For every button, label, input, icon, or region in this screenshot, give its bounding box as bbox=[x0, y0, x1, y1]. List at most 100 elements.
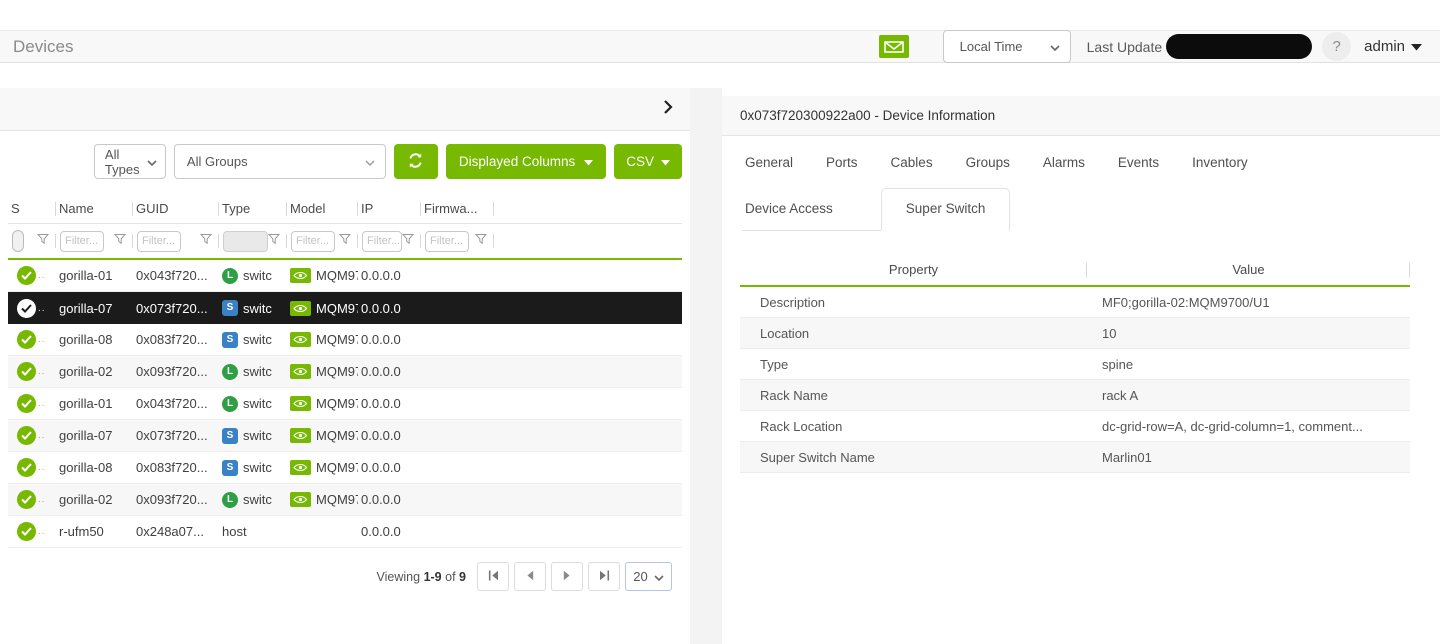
property-name: Type bbox=[740, 357, 1087, 372]
caret-down-icon bbox=[661, 154, 670, 169]
user-menu[interactable]: admin bbox=[1364, 38, 1422, 55]
column-header[interactable]: S bbox=[8, 194, 56, 223]
status-truncation: .. bbox=[38, 494, 46, 505]
table-row[interactable]: .. gorilla-02 0x093f720... L switc MQM97… bbox=[8, 356, 682, 388]
filter-funnel-icon[interactable] bbox=[114, 232, 126, 250]
table-row[interactable]: .. gorilla-08 0x083f720... S switc MQM97… bbox=[8, 324, 682, 356]
column-header[interactable]: GUID bbox=[133, 194, 219, 223]
page-size-select[interactable]: 20 bbox=[625, 562, 672, 591]
table-row[interactable]: .. r-ufm50 0x248a07... host 0.0.0.0 bbox=[8, 516, 682, 548]
property-value: Marlin01 bbox=[1087, 450, 1410, 465]
guid-filter-input[interactable]: Filter... bbox=[137, 231, 181, 252]
tab-item[interactable]: Inventory bbox=[1192, 155, 1248, 170]
table-row[interactable]: .. gorilla-07 0x073f720... S switc MQM97… bbox=[8, 420, 682, 452]
type-badge: L bbox=[222, 268, 238, 284]
cell-model: MQM97 bbox=[287, 301, 358, 316]
model-label: MQM97 bbox=[316, 268, 358, 283]
filter-funnel-icon[interactable] bbox=[402, 232, 414, 250]
cell-ip: 0.0.0.0 bbox=[358, 460, 421, 475]
property-name: Location bbox=[740, 326, 1087, 341]
cell-name: gorilla-02 bbox=[56, 364, 133, 379]
cell-status: .. bbox=[8, 522, 56, 541]
filter-funnel-icon[interactable] bbox=[268, 232, 280, 250]
cell-name: r-ufm50 bbox=[56, 524, 133, 539]
property-name: Rack Name bbox=[740, 388, 1087, 403]
tab-item[interactable]: Events bbox=[1118, 155, 1159, 170]
last-page-icon bbox=[599, 570, 610, 584]
collapse-panel-icon[interactable] bbox=[663, 99, 673, 120]
cell-model: MQM97 bbox=[287, 492, 358, 507]
table-row[interactable]: .. gorilla-01 0x043f720... L switc MQM97… bbox=[8, 260, 682, 292]
table-row[interactable]: .. gorilla-08 0x083f720... S switc MQM97… bbox=[8, 452, 682, 484]
cell-guid: 0x073f720... bbox=[133, 428, 219, 443]
model-label: MQM97 bbox=[316, 428, 358, 443]
firmware-filter-input[interactable]: Filter... bbox=[425, 231, 469, 252]
column-header[interactable]: Name bbox=[56, 194, 133, 223]
column-header[interactable]: Firmwa... bbox=[421, 194, 494, 223]
cell-type: L switc bbox=[219, 396, 287, 412]
type-badge: S bbox=[222, 300, 238, 316]
device-info-subtabs: Device Access Super Switch bbox=[742, 188, 1010, 231]
refresh-icon bbox=[407, 152, 424, 172]
cell-guid: 0x043f720... bbox=[133, 268, 219, 283]
status-ok-icon bbox=[17, 330, 36, 349]
status-filter-pill[interactable] bbox=[12, 230, 24, 252]
tab-item[interactable]: Ports bbox=[826, 155, 858, 170]
model-label: MQM97 bbox=[316, 396, 358, 411]
table-row[interactable]: .. gorilla-07 0x073f720... S switc MQM97… bbox=[8, 292, 682, 324]
filter-cell-guid: Filter... bbox=[133, 224, 219, 258]
cell-type: L switc bbox=[219, 268, 287, 284]
name-filter-input[interactable]: Filter... bbox=[60, 231, 104, 252]
table-row[interactable]: .. gorilla-01 0x043f720... L switc MQM97… bbox=[8, 388, 682, 420]
type-filter-dropdown[interactable] bbox=[223, 231, 268, 252]
column-header[interactable]: Model bbox=[287, 194, 358, 223]
tab-item[interactable]: Cables bbox=[891, 155, 933, 170]
type-filter-select[interactable]: All Types bbox=[94, 144, 166, 179]
first-page-button[interactable] bbox=[477, 562, 509, 591]
cell-model: MQM97 bbox=[287, 364, 358, 379]
top-header: Devices Local Time Last Update ? admin bbox=[0, 30, 1440, 63]
cell-type: S switc bbox=[219, 332, 287, 348]
prev-page-button[interactable] bbox=[514, 562, 546, 591]
time-zone-value: Local Time bbox=[960, 39, 1023, 54]
subtab-item[interactable]: Super Switch bbox=[881, 188, 1011, 231]
type-badge: S bbox=[222, 460, 238, 476]
filter-funnel-icon[interactable] bbox=[37, 232, 49, 250]
device-info-header: 0x073f720300922a00 - Device Information bbox=[722, 96, 1440, 136]
model-filter-input[interactable]: Filter... bbox=[291, 231, 335, 252]
tab-item[interactable]: Alarms bbox=[1043, 155, 1085, 170]
group-filter-select[interactable]: All Groups bbox=[174, 144, 386, 179]
table-row[interactable]: .. gorilla-02 0x093f720... L switc MQM97… bbox=[8, 484, 682, 516]
filter-funnel-icon[interactable] bbox=[339, 232, 351, 250]
help-button[interactable]: ? bbox=[1322, 32, 1351, 61]
cell-guid: 0x073f720... bbox=[133, 301, 219, 316]
displayed-columns-button[interactable]: Displayed Columns bbox=[446, 144, 606, 179]
column-header[interactable]: IP bbox=[358, 194, 421, 223]
refresh-button[interactable] bbox=[394, 144, 438, 179]
type-badge: S bbox=[222, 332, 238, 348]
type-label: switc bbox=[243, 364, 272, 379]
tab-item[interactable]: Groups bbox=[966, 155, 1010, 170]
tab-item[interactable]: General bbox=[745, 155, 793, 170]
filter-funnel-icon[interactable] bbox=[475, 232, 487, 250]
time-zone-select[interactable]: Local Time bbox=[943, 30, 1071, 63]
first-page-icon bbox=[488, 570, 499, 584]
csv-export-button[interactable]: CSV bbox=[614, 144, 682, 179]
status-truncation: .. bbox=[38, 398, 46, 409]
ip-filter-input[interactable]: Filter... bbox=[362, 231, 402, 252]
mail-icon[interactable] bbox=[879, 35, 909, 58]
property-table-header: PropertyValue bbox=[740, 255, 1410, 285]
filter-funnel-icon[interactable] bbox=[200, 232, 212, 250]
last-page-button[interactable] bbox=[588, 562, 620, 591]
nvidia-logo-icon bbox=[290, 364, 311, 379]
status-truncation: .. bbox=[38, 430, 46, 441]
next-page-button[interactable] bbox=[551, 562, 583, 591]
subtab-item[interactable]: Device Access bbox=[742, 193, 857, 230]
app-root: Devices Local Time Last Update ? admin bbox=[0, 0, 1440, 644]
filter-cell-type bbox=[219, 224, 287, 258]
type-badge: S bbox=[222, 428, 238, 444]
column-header[interactable]: Type bbox=[219, 194, 287, 223]
cell-type: S switc bbox=[219, 460, 287, 476]
property-row: Type spine bbox=[740, 349, 1410, 380]
property-name: Rack Location bbox=[740, 419, 1087, 434]
